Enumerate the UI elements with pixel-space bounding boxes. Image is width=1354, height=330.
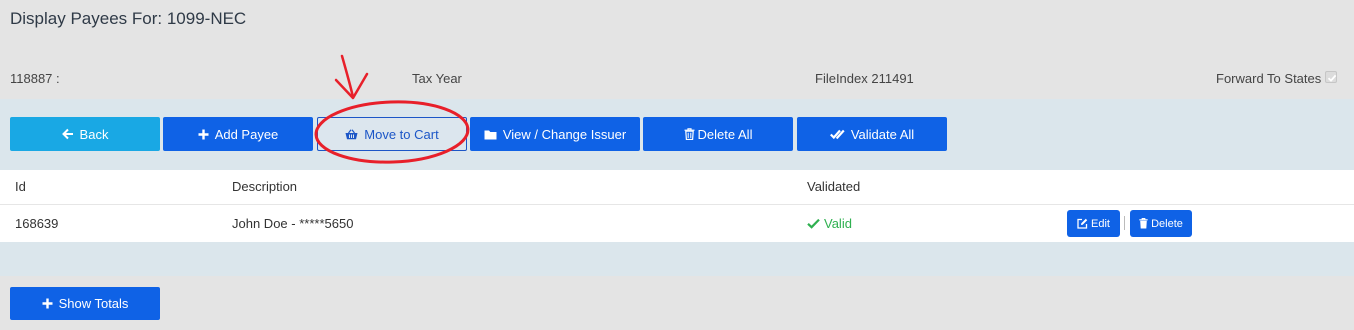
trash-icon [1139, 218, 1148, 229]
show-totals-label: Show Totals [58, 296, 129, 311]
delete-label: Delete [1151, 217, 1183, 230]
action-divider [1124, 216, 1125, 230]
tax-year-label: Tax Year [412, 71, 462, 86]
edit-icon [1077, 218, 1088, 229]
check-icon [807, 218, 820, 229]
plus-icon [42, 298, 53, 309]
trash-icon [684, 128, 695, 140]
folder-icon [484, 129, 497, 140]
view-change-issuer-label: View / Change Issuer [502, 126, 627, 142]
add-payee-label: Add Payee [214, 126, 279, 142]
payee-description: John Doe - *****5650 [232, 216, 354, 231]
payee-id: 168639 [15, 216, 59, 231]
annotation-arrow [334, 54, 369, 100]
forward-to-states-label: Forward To States [1216, 71, 1322, 86]
forward-to-states: Forward To States [1216, 70, 1338, 86]
basket-icon [345, 128, 358, 140]
file-index: FileIndex 211491 [815, 71, 914, 86]
page-title: Display Payees For: 1099-NEC [10, 9, 247, 28]
issuer-id: 118887 : [10, 71, 60, 86]
edit-label: Edit [1091, 217, 1110, 230]
column-header-validated: Validated [807, 179, 861, 194]
check-icon [1328, 74, 1337, 82]
double-check-icon [829, 128, 845, 140]
arrow-left-icon [61, 128, 74, 140]
plus-icon [198, 129, 209, 140]
add-payee-button[interactable]: Add Payee [163, 117, 313, 151]
validation-status-label: Valid [824, 216, 852, 231]
forward-to-states-checkbox[interactable] [1325, 70, 1338, 83]
validate-all-label: Validate All [850, 126, 915, 142]
header-divider [0, 204, 1354, 205]
view-change-issuer-button[interactable]: View / Change Issuer [470, 117, 640, 151]
edit-button[interactable]: Edit [1067, 210, 1120, 237]
delete-all-button[interactable]: Delete All [643, 117, 793, 151]
delete-all-label: Delete All [697, 126, 753, 142]
validate-all-button[interactable]: Validate All [797, 117, 947, 151]
move-to-cart-label: Move to Cart [364, 126, 439, 142]
move-to-cart-button[interactable]: Move to Cart [317, 117, 467, 151]
column-header-id: Id [15, 179, 26, 194]
back-label: Back [79, 126, 109, 142]
show-totals-button[interactable]: Show Totals [10, 287, 160, 320]
delete-button[interactable]: Delete [1130, 210, 1192, 237]
column-header-description: Description [232, 179, 298, 194]
back-button[interactable]: Back [10, 117, 160, 151]
validation-status: Valid [807, 216, 852, 231]
